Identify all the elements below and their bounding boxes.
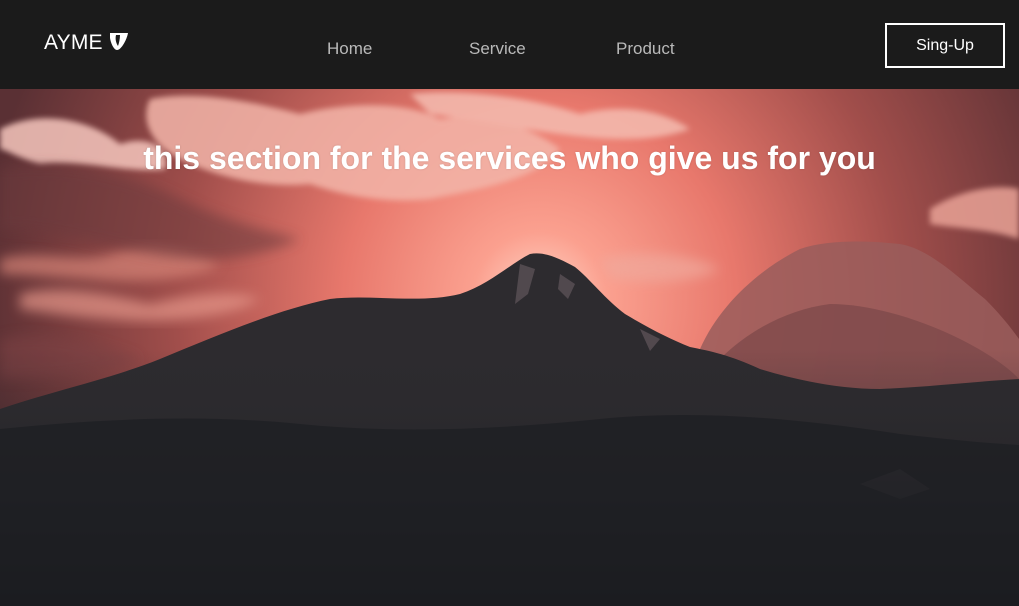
- hero-section: this section for the services who give u…: [0, 89, 1019, 606]
- typo3-logo-icon: [108, 30, 130, 52]
- brand-name: AYME: [44, 31, 103, 54]
- nav-link-service[interactable]: Service: [469, 39, 526, 59]
- nav-link-home[interactable]: Home: [327, 39, 372, 59]
- page: AYME Home Service Product Sing-Up this s…: [0, 0, 1019, 606]
- navbar: AYME Home Service Product Sing-Up: [0, 0, 1019, 89]
- nav-link-product[interactable]: Product: [616, 39, 675, 59]
- signup-button[interactable]: Sing-Up: [885, 23, 1005, 68]
- hero-title: this section for the services who give u…: [143, 140, 876, 177]
- brand[interactable]: AYME: [44, 31, 130, 55]
